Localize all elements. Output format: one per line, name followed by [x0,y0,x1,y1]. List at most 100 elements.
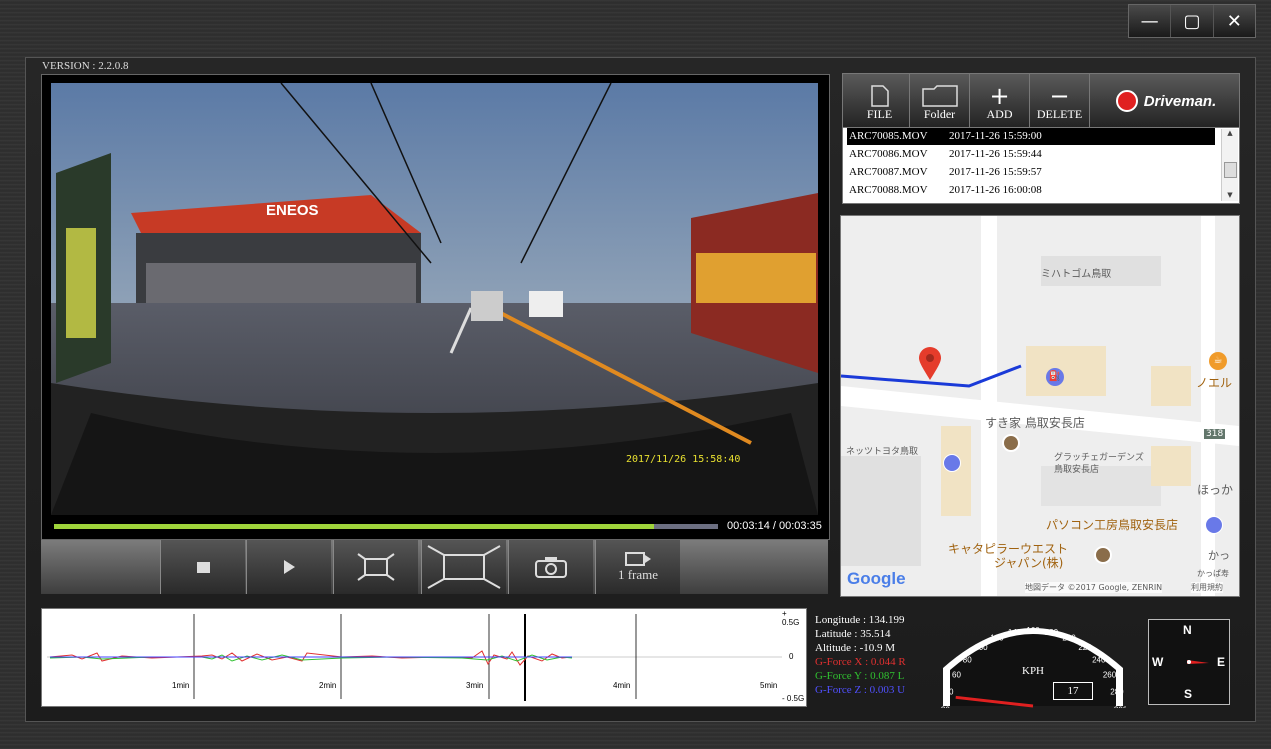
maximize-button[interactable]: ▢ [1171,5,1214,37]
file-list: ARC70085.MOV 2017-11-26 15:59:00 ARC70086… [842,127,1240,204]
shop-marker-icon [943,454,961,472]
road-number-badge: 318 [1204,429,1226,439]
folder-button-label: Folder [923,107,956,121]
delete-button-label: DELETE [1036,107,1083,121]
graph-tick-label: 2min [319,681,337,690]
graph-tick-label: 4min [613,681,631,690]
gforce-y-value: G-Force Y : 0.087 L [815,670,905,682]
stop-button[interactable] [160,540,245,594]
video-timestamp-overlay: 2017/11/26 15:58:40 [626,454,740,465]
speed-tick-label: 300 [1114,706,1126,708]
scroll-thumb[interactable] [1224,162,1237,178]
map-label: 鳥取安長店 [1054,465,1100,475]
file-button-label: FILE [866,107,893,121]
gforce-graph[interactable]: + 0.5G 0 - 0.5G 1min 2min 3min 4min 5min [41,608,807,707]
file-row[interactable]: ARC70086.MOV 2017-11-26 15:59:44 [849,146,1215,163]
graph-tick-label: 3min [466,681,484,690]
speed-unit: KPH [1022,665,1045,677]
map-label: ほっか [1197,483,1234,497]
speed-tick-label: 240 [1092,656,1106,665]
speed-tick-label: 100 [974,643,988,652]
latitude-value: Latitude : 35.514 [815,628,891,640]
film-frame-icon [625,552,651,566]
google-logo: Google [847,569,906,588]
file-row[interactable]: ARC70088.MOV 2017-11-26 16:00:08 [849,182,1215,199]
playback-progress-fill [54,524,654,529]
minimize-button[interactable]: — [1129,5,1172,37]
map-label: ネッツトヨタ鳥取 [846,447,919,457]
speed-tick-label: 40 [945,688,954,697]
file-list-scrollbar[interactable]: ▲ ▼ [1221,129,1238,201]
speed-tick-label: 200 [1062,634,1076,643]
map-label: かっ [1208,549,1230,562]
file-icon [870,85,889,107]
graph-tick-label: 5min [760,681,778,690]
gforce-x-value: G-Force X : 0.044 R [815,656,906,668]
graph-tick-label: 1min [172,681,190,690]
brand-name: Driveman. [1143,92,1217,110]
snapshot-button[interactable] [508,540,593,594]
speed-tick-label: 180 [1045,628,1059,637]
cafe-icon: ☕ [1209,352,1227,370]
compass-needle-icon [1187,660,1209,664]
version-label: VERSION : 2.2.0.8 [42,60,129,72]
longitude-value: Longitude : 134.199 [815,614,905,626]
speed-tick-label: 60 [952,671,961,680]
file-toolbar: FILE Folder + ADD − DELETE Driveman. [842,73,1240,129]
frame-step-button[interactable]: 1 frame [595,540,680,594]
eneos-sign: ENEOS [266,202,319,219]
speed-tick-label: 260 [1103,671,1117,680]
map-terms-link[interactable]: 利用規約 [1191,582,1223,593]
map-label: ノエル [1196,376,1233,390]
add-button-label: ADD [986,107,1013,121]
speedometer: 20 40 6080100120 140 160 180200220240 260 280 30… [940,608,1128,715]
play-icon [284,560,295,574]
file-date: 2017-11-26 16:00:08 [949,184,1042,196]
gforce-graph-canvas [47,614,782,701]
file-name: ARC70086.MOV [849,148,928,160]
plus-icon: + [989,82,1010,110]
gas-station-icon: ⛽ [1046,368,1064,386]
frame-step-label: 1 frame [617,567,659,582]
scroll-down-icon[interactable]: ▼ [1222,191,1238,199]
speed-tick-label: 280 [1110,688,1124,697]
map-attribution: 地図データ ©2017 Google, ZENRIN [1025,582,1163,593]
delete-button[interactable]: − DELETE [1030,74,1090,128]
file-name: ARC70087.MOV [849,166,928,178]
fit-screen-button[interactable] [333,540,418,594]
graph-top-label: + 0.5G [782,609,800,627]
map-label: かっぱ寿 [1197,569,1229,578]
gforce-z-value: G-Force Z : 0.003 U [815,684,906,696]
file-row[interactable]: ARC70087.MOV 2017-11-26 15:59:57 [849,164,1215,181]
file-row[interactable]: ARC70085.MOV 2017-11-26 15:59:00 [847,128,1215,145]
file-date: 2017-11-26 15:59:44 [949,148,1042,160]
file-button[interactable]: FILE [850,74,910,128]
stop-icon [196,561,210,573]
altitude-value: Altitude : -10.9 M [815,642,896,654]
add-button[interactable]: + ADD [970,74,1030,128]
file-name: ARC70088.MOV [849,184,928,196]
fullscreen-button[interactable] [421,540,506,594]
close-button[interactable]: ✕ [1213,5,1255,37]
speed-tick-label: 220 [1078,643,1092,652]
restaurant-marker-icon [1002,434,1020,452]
graph-zero-label: 0 [789,652,794,661]
video-frame[interactable]: ENEOS 2017/11/26 15:58:40 [51,83,818,515]
folder-icon [921,85,958,107]
shop-marker-icon [1205,516,1223,534]
file-name: ARC70085.MOV [849,130,928,142]
file-date: 2017-11-26 15:59:57 [949,166,1042,178]
file-date: 2017-11-26 15:59:00 [949,130,1042,142]
minus-icon: − [1049,82,1070,110]
brand-icon [1115,90,1138,112]
playback-progress-bar[interactable] [54,524,718,529]
scroll-up-icon[interactable]: ▲ [1222,129,1238,137]
place-marker-icon [1094,546,1112,564]
speed-tick-label: 120 [990,634,1004,643]
map-label: パソコン工房鳥取安長店 [1046,518,1179,532]
map-panel[interactable]: ⛽ ☕ ミハトゴム鳥取 すき家 鳥取安長店 ネッツトヨタ鳥取 グラッチェガーデン… [840,215,1240,597]
play-button[interactable] [246,540,331,594]
folder-button[interactable]: Folder [910,74,970,128]
playback-controls: 1 frame [41,540,828,594]
compass: N W E S [1148,619,1230,705]
